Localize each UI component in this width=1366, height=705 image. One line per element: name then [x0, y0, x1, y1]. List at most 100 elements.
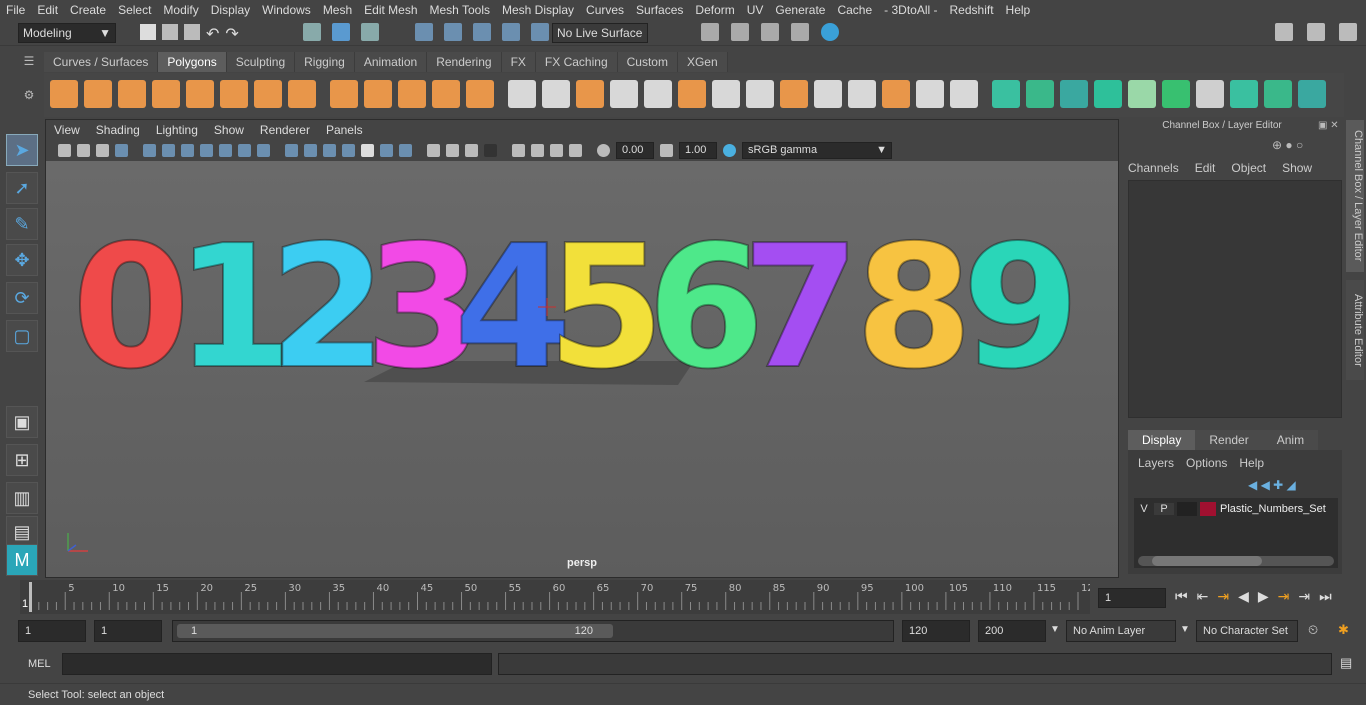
xray-icon[interactable] — [361, 143, 374, 157]
playback-end-field[interactable]: 120 — [902, 620, 970, 642]
target-weld-icon[interactable] — [916, 80, 944, 108]
bridge-icon[interactable] — [712, 80, 740, 108]
channel-box-menu-show[interactable]: Show — [1282, 161, 1312, 175]
render-settings-icon[interactable] — [791, 23, 809, 41]
viewport-menu-show[interactable]: Show — [206, 123, 252, 137]
cylinder-icon[interactable] — [118, 80, 146, 108]
wireframe-on-shaded-icon[interactable] — [323, 143, 336, 157]
cylindrical-uv-icon[interactable] — [1162, 80, 1190, 108]
camera-attributes-icon[interactable] — [77, 143, 90, 157]
field-chart-icon[interactable] — [219, 143, 232, 157]
render-frame-icon[interactable] — [731, 23, 749, 41]
separate-icon[interactable] — [542, 80, 570, 108]
sweep-mesh-icon[interactable] — [398, 80, 426, 108]
menu-deform[interactable]: Deform — [689, 3, 740, 17]
3d-viewport[interactable]: 0123456789 persp — [46, 161, 1118, 577]
layer-scrollbar[interactable] — [1138, 556, 1334, 566]
channel-box-icon[interactable] — [1339, 23, 1357, 41]
sequence-camera-icon[interactable] — [512, 143, 525, 157]
ipr-render-icon[interactable] — [761, 23, 779, 41]
layer-color-swatch[interactable] — [1200, 502, 1216, 516]
chevron-down-icon[interactable]: ▼ — [1180, 624, 1190, 635]
safe-action-icon[interactable] — [238, 143, 251, 157]
menu-generate[interactable]: Generate — [769, 3, 831, 17]
extract-icon[interactable] — [678, 80, 706, 108]
go-to-end-icon[interactable]: ⏭ — [1319, 588, 1332, 605]
step-back-key-icon[interactable]: ⇤ — [1197, 588, 1209, 605]
channel-box-tools-icons[interactable]: ⊕ ● ○ — [1272, 138, 1303, 152]
planar-uv-icon[interactable] — [1094, 80, 1122, 108]
live-surface-field[interactable]: No Live Surface — [552, 23, 648, 43]
menu-surfaces[interactable]: Surfaces — [630, 3, 689, 17]
tab-attribute-editor[interactable]: Attribute Editor — [1346, 280, 1364, 380]
channel-box-menu-object[interactable]: Object — [1231, 161, 1266, 175]
menu-display[interactable]: Display — [205, 3, 256, 17]
select-object-icon[interactable] — [332, 23, 350, 41]
tab-rendering[interactable]: Rendering — [427, 52, 502, 72]
frame-selected-icon[interactable] — [569, 143, 582, 157]
viewport-menu-shading[interactable]: Shading — [88, 123, 148, 137]
layer-visibility-toggle[interactable]: V — [1134, 503, 1154, 515]
menu-help[interactable]: Help — [1000, 3, 1037, 17]
four-view-icon[interactable]: ⊞ — [6, 444, 38, 476]
gear-icon[interactable]: ⚙ — [18, 88, 40, 102]
quadrangulate-icon[interactable] — [1060, 80, 1088, 108]
number-model-8[interactable]: 8 — [854, 208, 974, 408]
menu-modify[interactable]: Modify — [157, 3, 204, 17]
insert-edge-loop-icon[interactable] — [848, 80, 876, 108]
menu-windows[interactable]: Windows — [256, 3, 317, 17]
triangulate-icon[interactable] — [1026, 80, 1054, 108]
ambient-occlusion-icon[interactable] — [446, 143, 459, 157]
snap-curve-icon[interactable] — [444, 23, 462, 41]
bevel-icon[interactable] — [780, 80, 808, 108]
super-shape-icon[interactable] — [364, 80, 392, 108]
number-model-0[interactable]: 0 — [71, 208, 191, 408]
lasso-tool-icon[interactable]: ➚ — [6, 172, 38, 204]
tab-custom[interactable]: Custom — [617, 52, 678, 72]
tab-fx[interactable]: FX — [501, 52, 536, 72]
two-view-icon[interactable]: ▥ — [6, 482, 38, 514]
modeling-toolkit-icon[interactable] — [1275, 23, 1293, 41]
tab-polygons[interactable]: Polygons — [158, 52, 227, 72]
menu-redshift[interactable]: Redshift — [944, 3, 1000, 17]
pyramid-icon[interactable] — [254, 80, 282, 108]
panel-float-icons[interactable]: ▣ ✕ — [1318, 120, 1339, 131]
step-forward-key-icon[interactable]: ⇥ — [1298, 588, 1310, 605]
time-slider[interactable]: 5 10 15 20 25 30 35 40 45 50 55 60 65 70 75 80 85 90 95 100… — [20, 580, 1094, 614]
current-frame-field[interactable]: 1 — [1098, 588, 1166, 608]
paint-select-icon[interactable]: ✎ — [6, 208, 38, 240]
tab-rigging[interactable]: Rigging — [295, 52, 355, 72]
isolate-select-icon[interactable] — [427, 143, 440, 157]
layer-playback-toggle[interactable]: P — [1154, 503, 1174, 515]
layer-tab-anim[interactable]: Anim — [1262, 430, 1319, 450]
uv-editor-icon[interactable] — [1230, 80, 1258, 108]
frame-all-icon[interactable] — [550, 143, 563, 157]
menu-edit[interactable]: Edit — [31, 3, 64, 17]
snap-view-icon[interactable] — [531, 23, 549, 41]
append-icon[interactable] — [814, 80, 842, 108]
tab-fx-caching[interactable]: FX Caching — [535, 52, 618, 72]
automatic-uv-icon[interactable] — [1128, 80, 1156, 108]
cube-icon[interactable] — [84, 80, 112, 108]
menu-create[interactable]: Create — [64, 3, 112, 17]
single-view-icon[interactable]: ▣ — [6, 406, 38, 438]
sphere-icon[interactable] — [50, 80, 78, 108]
play-backwards-icon[interactable]: ◀ — [1238, 588, 1249, 605]
menu-file[interactable]: File — [0, 3, 31, 17]
combine-icon[interactable] — [508, 80, 536, 108]
image-plane-icon[interactable] — [115, 143, 128, 157]
shelf-menu-icon[interactable]: ☰ — [18, 52, 40, 70]
channel-box-menu-channels[interactable]: Channels — [1128, 161, 1179, 175]
layer-row[interactable]: V P Plastic_Numbers_Set — [1134, 500, 1338, 518]
shadows-icon[interactable] — [399, 143, 412, 157]
fill-hole-icon[interactable] — [992, 80, 1020, 108]
number-model-9[interactable]: 9 — [961, 208, 1081, 408]
textured-icon[interactable] — [342, 143, 355, 157]
spherical-uv-icon[interactable] — [1196, 80, 1224, 108]
new-scene-icon[interactable] — [140, 24, 156, 40]
gate-mask-icon[interactable] — [200, 143, 213, 157]
tab-xgen[interactable]: XGen — [677, 52, 728, 72]
menu-select[interactable]: Select — [112, 3, 157, 17]
current-time-indicator[interactable] — [29, 582, 32, 612]
lights-icon[interactable] — [380, 143, 393, 157]
